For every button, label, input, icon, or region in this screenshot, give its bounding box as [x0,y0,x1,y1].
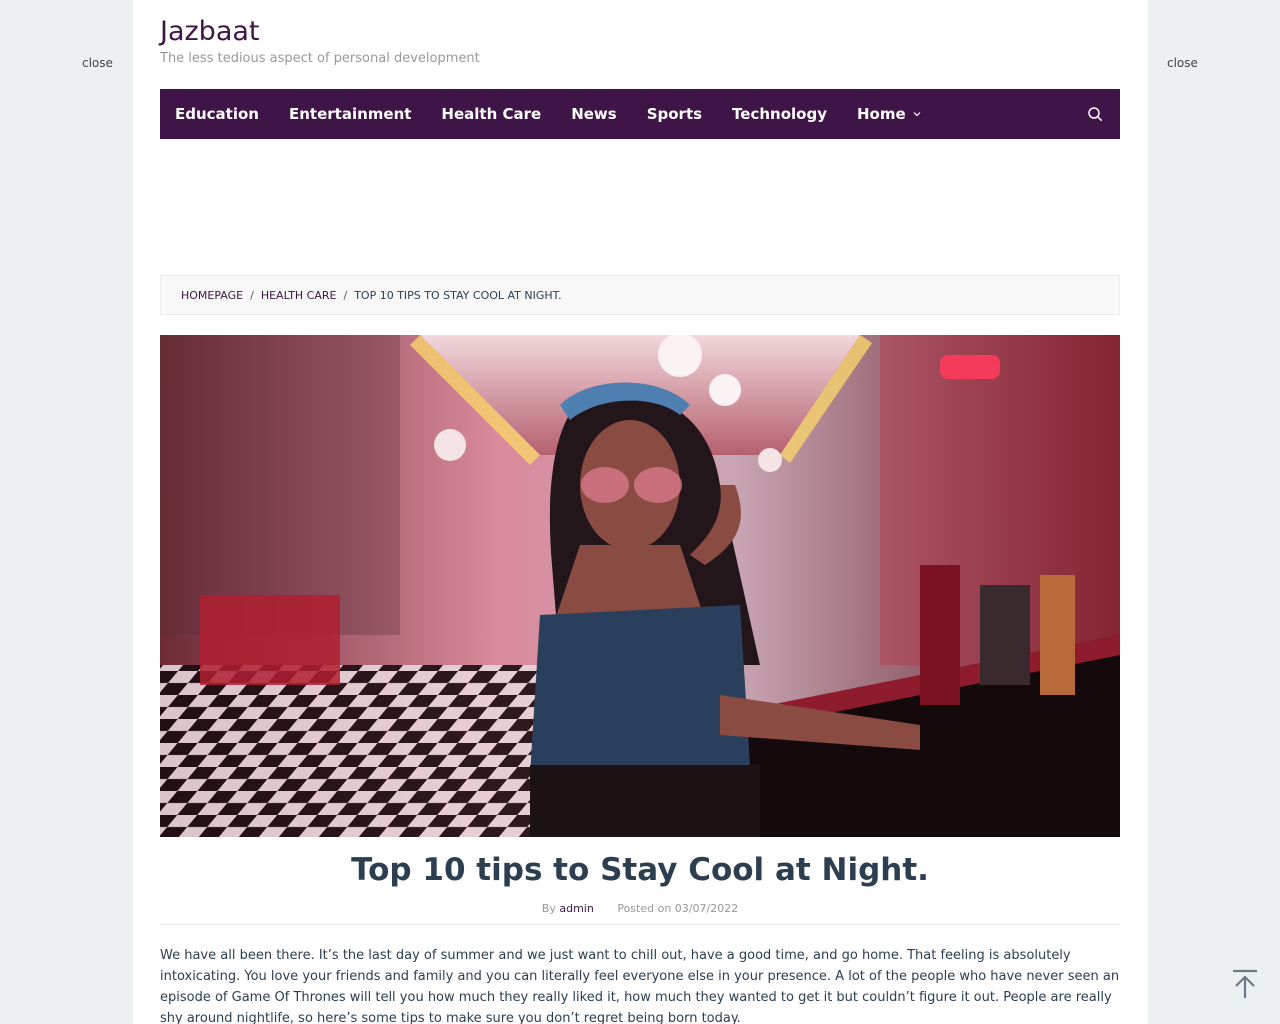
site-tagline: The less tedious aspect of personal deve… [160,51,480,66]
page-container: Jazbaat The less tedious aspect of perso… [133,0,1148,1024]
breadcrumb-home-link[interactable]: HOMEPAGE [181,289,243,302]
nav-item-news[interactable]: News [556,89,632,139]
nav-item-home[interactable]: Home [842,89,937,139]
post-date: 03/07/2022 [674,902,739,915]
nav-item-education[interactable]: Education [160,89,274,139]
nav-item-label: Health Care [441,105,542,123]
nav-item-health-care[interactable]: Health Care [426,89,556,139]
nav-item-label: Entertainment [288,105,412,123]
breadcrumb-category-link[interactable]: HEALTH CARE [261,289,337,302]
main-navigation: Education Entertainment Health Care News… [160,89,1120,139]
featured-photo-illustration [160,335,1120,837]
search-icon[interactable] [1087,106,1103,122]
nav-item-label: Technology [732,105,827,123]
chevron-down-icon [913,112,921,117]
featured-image [160,335,1120,837]
nav-item-label: Home [856,105,906,123]
arrow-up-to-top-icon[interactable] [1231,969,1259,999]
nav-item-label: Education [175,105,259,123]
close-left-ad-button[interactable]: close [82,56,113,70]
breadcrumb-separator: / [343,288,348,302]
nav-item-label: Sports [646,105,703,123]
post-title: Top 10 tips to Stay Cool at Night. [351,852,929,888]
posted-label: Posted on [617,902,672,915]
close-right-ad-button[interactable]: close [1167,56,1198,70]
site-title[interactable]: Jazbaat [160,16,260,47]
post-body: We have all been there. It’s the last da… [160,948,1120,1024]
breadcrumb-current: TOP 10 TIPS TO STAY COOL AT NIGHT. [354,288,562,302]
breadcrumb-separator: / [250,288,254,302]
author-link[interactable]: admin [559,902,593,915]
nav-item-technology[interactable]: Technology [717,89,842,139]
by-label: By [541,902,556,915]
post-meta: By admin Posted on 03/07/2022 [160,902,1120,925]
nav-item-entertainment[interactable]: Entertainment [274,89,426,139]
breadcrumb: HOMEPAGE / HEALTH CARE / TOP 10 TIPS TO … [160,275,1120,315]
nav-item-sports[interactable]: Sports [632,89,717,139]
nav-item-label: News [571,105,617,123]
